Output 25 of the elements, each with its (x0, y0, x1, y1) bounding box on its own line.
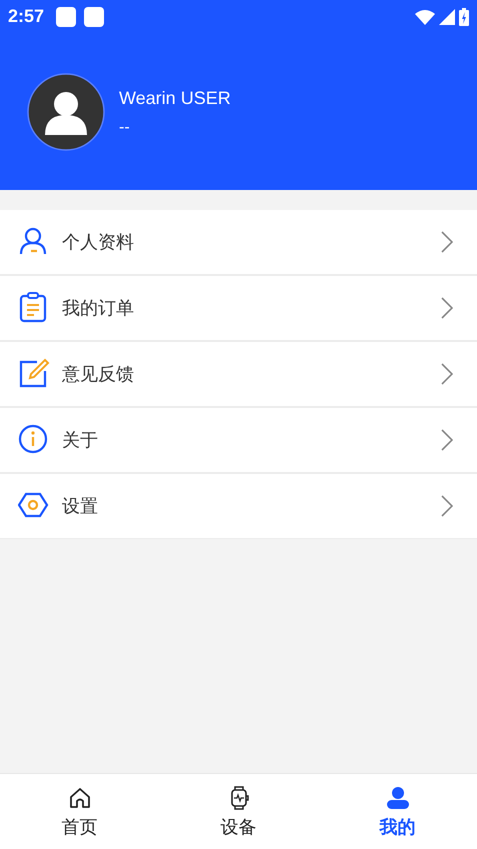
person-icon (384, 784, 410, 810)
menu-item[interactable]: 我的订单 (0, 276, 477, 340)
tab[interactable]: 首页 (0, 774, 159, 849)
chevron-right-icon (441, 231, 453, 253)
notification-icon (84, 6, 104, 26)
avatar-icon (27, 73, 105, 151)
chevron-right-icon (441, 363, 453, 385)
menu-item[interactable]: 个人资料 (0, 210, 477, 274)
status-time: 2:57 (8, 6, 44, 27)
menu-item[interactable]: 意见反馈 (0, 342, 477, 406)
pencil-icon (18, 358, 50, 390)
chevron-right-icon (441, 495, 453, 517)
wifi-icon (415, 8, 435, 24)
signal-icon (439, 8, 455, 24)
user-subtitle: -- (119, 118, 131, 136)
menu-item[interactable]: 设置 (0, 474, 477, 538)
tab[interactable]: 我的 (318, 774, 477, 849)
user-name: Wearin USER (119, 88, 231, 108)
info-icon (18, 424, 50, 456)
chevron-right-icon (441, 297, 453, 319)
notification-icon (56, 6, 76, 26)
menu-item[interactable]: 关于 (0, 408, 477, 472)
chevron-right-icon (441, 429, 453, 451)
battery-icon (459, 8, 469, 26)
tab[interactable]: 设备 (159, 774, 318, 849)
